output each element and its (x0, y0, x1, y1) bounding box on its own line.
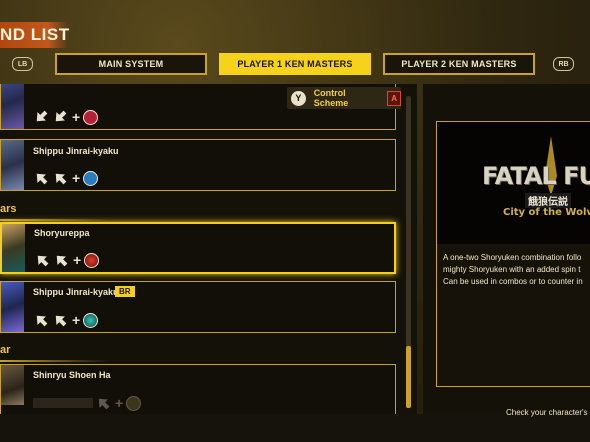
tab-main-system[interactable]: MAIN SYSTEM (55, 53, 207, 75)
lb-button-icon[interactable]: LB (12, 57, 33, 71)
move-description: A one-two Shoryuken combination follo mi… (443, 252, 590, 288)
tab-player2[interactable]: PLAYER 2 KEN MASTERS (383, 53, 535, 75)
direction-icon (37, 255, 49, 267)
bottom-bar (0, 414, 590, 442)
move-input: + (33, 109, 99, 125)
footer-hint: Check your character's (506, 408, 588, 417)
partial-icon (126, 395, 142, 411)
plus-icon: + (115, 395, 124, 411)
game-logo-subtitle: City of the Wolves (503, 207, 590, 218)
move-thumbnail (1, 140, 24, 190)
direction-icon (55, 315, 67, 327)
control-scheme-button[interactable]: Y Control Scheme A (287, 87, 401, 109)
move-card-3[interactable]: Shippu Jinrai-kyaku BR + (0, 281, 396, 333)
arcade-mode-icon: A (387, 90, 401, 106)
move-list-panel: + Shippu Jinrai-kyaku + ars Shoryureppa … (0, 84, 417, 414)
control-scheme-label: Control Scheme (313, 88, 349, 108)
plus-icon: + (72, 170, 81, 186)
plus-icon: + (72, 109, 81, 125)
move-thumbnail (1, 365, 24, 405)
move-name: Shoryureppa (34, 228, 90, 238)
section-label: ar (0, 344, 11, 356)
kick-icon (83, 170, 99, 186)
punch-icon (83, 109, 99, 125)
move-name: Shinryu Shoen Ha (33, 370, 111, 380)
burst-teal-icon (83, 312, 99, 328)
move-card-4[interactable]: Shinryu Shoen Ha + (0, 364, 396, 414)
page-title: ND LIST (0, 25, 70, 44)
rb-button-icon[interactable]: RB (553, 57, 574, 71)
move-input: + (33, 312, 99, 328)
direction-icon (56, 255, 68, 267)
direction-icon (36, 315, 48, 327)
game-logo-kanji: 餓狼伝説 (525, 193, 571, 208)
direction-icon (55, 110, 67, 122)
game-logo-title: FATAL FUR (482, 162, 590, 190)
move-input: + (33, 170, 99, 186)
direction-icon (36, 110, 48, 122)
move-thumbnail (1, 282, 24, 332)
description-line: Can be used in combos or to counter in (443, 277, 583, 286)
move-input: + (34, 252, 100, 268)
tab-player1[interactable]: PLAYER 1 KEN MASTERS (219, 53, 371, 75)
move-thumbnail (2, 224, 25, 272)
br-badge: BR (115, 286, 135, 297)
burst-icon (84, 252, 100, 268)
y-button-icon: Y (291, 90, 306, 106)
move-card-2[interactable]: Shoryureppa + (0, 222, 396, 274)
section-label: ars (0, 203, 17, 215)
move-card-1[interactable]: Shippu Jinrai-kyaku + (0, 139, 396, 191)
move-name: Shippu Jinrai-kyaku (33, 146, 119, 156)
plus-icon: + (73, 252, 82, 268)
description-line: mighty Shoryuken with an added spin t (443, 265, 581, 274)
direction-icon (98, 398, 110, 410)
direction-icon (36, 173, 48, 185)
section-divider (0, 219, 110, 221)
section-divider (0, 360, 110, 362)
plus-icon: + (72, 312, 81, 328)
scrollbar-thumb[interactable] (406, 346, 411, 408)
move-thumbnail (1, 84, 24, 129)
move-name: Shippu Jinrai-kyaku (33, 287, 119, 297)
direction-icon (55, 173, 67, 185)
input-placeholder (33, 398, 93, 408)
move-input: + (33, 395, 142, 411)
description-line: A one-two Shoryuken combination follo (443, 253, 582, 262)
